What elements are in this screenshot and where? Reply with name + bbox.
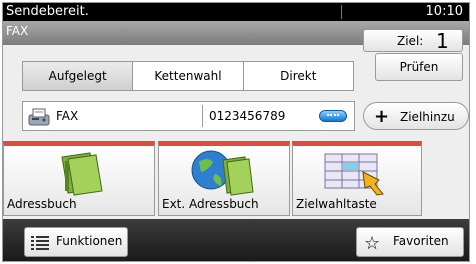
- check-button[interactable]: Prüfen: [375, 53, 463, 81]
- fax-screen: Sendebereit. 10:10 FAX Ziel: 1 Prüfen Au…: [2, 2, 470, 262]
- tab-kettenwahl[interactable]: Kettenwahl: [133, 62, 244, 90]
- plus-icon: +: [374, 106, 390, 127]
- dial-mode-tabs: Aufgelegt Kettenwahl Direkt: [22, 61, 354, 91]
- external-address-book-label: Ext. Adressbuch: [162, 197, 259, 211]
- one-touch-key-icon: [323, 150, 393, 200]
- fax-machine-icon: [28, 108, 50, 129]
- list-icon: [31, 236, 49, 253]
- destination-number: 0123456789: [209, 109, 286, 123]
- star-icon: ☆: [364, 233, 381, 254]
- favorites-button[interactable]: ☆ Favoriten: [356, 227, 464, 257]
- more-icon[interactable]: [319, 110, 347, 122]
- destination-type: FAX: [56, 109, 79, 123]
- functions-button[interactable]: Funktionen: [24, 227, 128, 257]
- one-touch-key-label: Zielwahltaste: [296, 197, 377, 211]
- tab-label: Direkt: [280, 69, 317, 83]
- destination-count-value: 1: [436, 29, 449, 53]
- tab-label: Kettenwahl: [154, 69, 222, 83]
- one-touch-key-button[interactable]: Zielwahltaste: [292, 141, 422, 216]
- tab-label: Aufgelegt: [48, 69, 107, 83]
- clock: 10:10: [425, 4, 463, 19]
- destination-count-label: Ziel:: [397, 34, 424, 48]
- external-address-book-icon: [189, 148, 261, 202]
- page-title: FAX: [6, 24, 29, 38]
- check-button-label: Prüfen: [399, 60, 439, 74]
- destination-divider: [202, 105, 203, 127]
- external-address-book-button[interactable]: Ext. Adressbuch: [158, 141, 290, 216]
- favorites-label: Favoriten: [393, 234, 449, 248]
- add-destination-label: Zielhinzu: [400, 110, 455, 124]
- address-book-label: Adressbuch: [7, 197, 77, 211]
- functions-label: Funktionen: [56, 234, 123, 248]
- destination-entry[interactable]: FAX 0123456789: [22, 101, 355, 131]
- tab-aufgelegt[interactable]: Aufgelegt: [23, 62, 134, 90]
- add-destination-button[interactable]: + Zielhinzu: [363, 102, 469, 130]
- status-divider: [341, 5, 342, 19]
- address-book-icon: [52, 149, 108, 201]
- address-book-button[interactable]: Adressbuch: [3, 141, 155, 216]
- destination-count-button[interactable]: Ziel: 1: [363, 29, 463, 53]
- tab-direkt[interactable]: Direkt: [244, 62, 353, 90]
- status-bar: Sendebereit. 10:10: [3, 3, 469, 21]
- status-message: Sendebereit.: [6, 4, 89, 19]
